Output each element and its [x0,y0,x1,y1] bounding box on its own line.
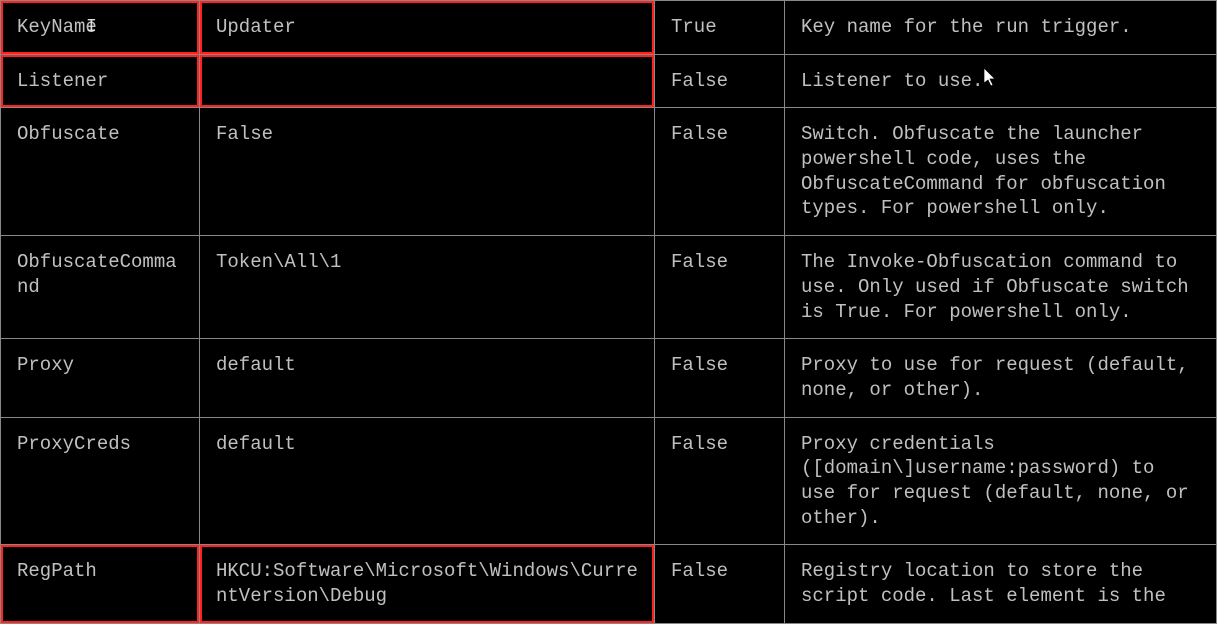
option-required-cell: True [655,1,785,55]
option-value-cell[interactable]: Updater [200,1,655,55]
option-name-cell: ObfuscateCommand [1,236,200,339]
option-value-cell[interactable]: default [200,339,655,417]
option-name-cell: Listener [1,54,200,108]
option-description-cell: Proxy to use for request (default, none,… [785,339,1217,417]
option-description-cell: Proxy credentials ([domain\]username:pas… [785,417,1217,545]
option-required-cell: False [655,236,785,339]
option-name-cell: KeyName [1,1,200,55]
option-required-cell: False [655,545,785,623]
option-value-cell[interactable]: default [200,417,655,545]
table-row: KeyNameUpdaterTrueKey name for the run t… [1,1,1217,55]
table-row: ObfuscateCommandToken\All\1FalseThe Invo… [1,236,1217,339]
table-row: ObfuscateFalseFalseSwitch. Obfuscate the… [1,108,1217,236]
option-value-cell[interactable] [200,54,655,108]
table-row: Listener FalseListener to use. [1,54,1217,108]
option-name-cell: Proxy [1,339,200,417]
option-name-cell: ProxyCreds [1,417,200,545]
option-name-cell: Obfuscate [1,108,200,236]
options-table: KeyNameUpdaterTrueKey name for the run t… [0,0,1217,624]
option-description-cell: The Invoke-Obfuscation command to use. O… [785,236,1217,339]
option-description-cell: Registry location to store the script co… [785,545,1217,623]
option-name-cell: RegPath [1,545,200,623]
table-row: RegPathHKCU:Software\Microsoft\Windows\C… [1,545,1217,623]
option-description-cell: Listener to use. [785,54,1217,108]
table-row: ProxydefaultFalseProxy to use for reques… [1,339,1217,417]
option-required-cell: False [655,417,785,545]
option-value-cell[interactable]: Token\All\1 [200,236,655,339]
option-description-cell: Key name for the run trigger. [785,1,1217,55]
option-value-cell[interactable]: False [200,108,655,236]
table-row: ProxyCredsdefaultFalseProxy credentials … [1,417,1217,545]
option-description-cell: Switch. Obfuscate the launcher powershel… [785,108,1217,236]
option-value-cell[interactable]: HKCU:Software\Microsoft\Windows\CurrentV… [200,545,655,623]
option-required-cell: False [655,54,785,108]
option-required-cell: False [655,339,785,417]
option-required-cell: False [655,108,785,236]
